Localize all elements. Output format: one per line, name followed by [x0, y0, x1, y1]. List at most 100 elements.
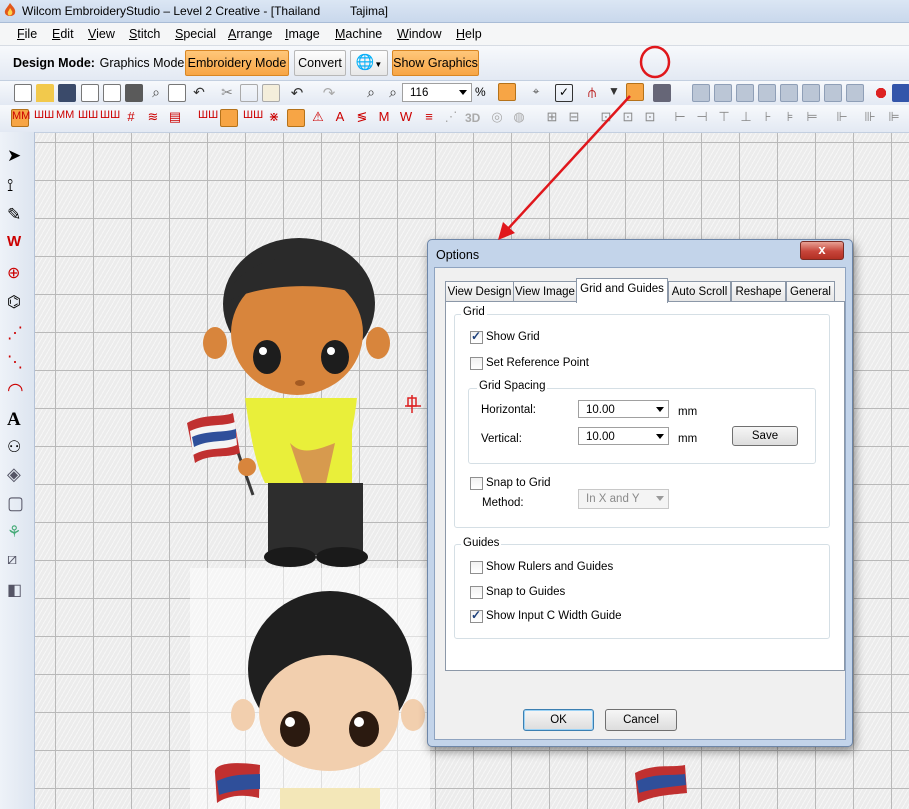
menu-window[interactable]: Window	[397, 27, 441, 41]
tab-reshape[interactable]: Reshape	[731, 281, 786, 302]
stitch-type-6-icon[interactable]: ⚠	[309, 109, 327, 127]
hatch-icon[interactable]: ⧄	[7, 551, 27, 571]
close-button[interactable]: x	[800, 241, 844, 260]
select-arrow-icon[interactable]: ➤	[7, 146, 27, 166]
tab-view-design[interactable]: View Design	[445, 281, 514, 302]
snap-to-guides-checkbox[interactable]	[470, 586, 483, 599]
stitch-type-11-icon[interactable]: ≡	[420, 109, 438, 127]
red-dot-icon[interactable]	[872, 84, 890, 102]
tab-general[interactable]: General	[786, 281, 835, 302]
cut-icon[interactable]: ✂	[218, 84, 236, 102]
align-icon-4[interactable]	[758, 84, 776, 102]
print-icon[interactable]	[125, 84, 143, 102]
stitch-list-icon[interactable]	[103, 84, 121, 102]
vertical-spacing-combo[interactable]: 10.00	[578, 427, 669, 445]
needle-icon[interactable]: ▼	[605, 84, 623, 102]
globe-dropdown-button[interactable]: 🌐▼	[350, 50, 388, 76]
snap-to-grid-checkbox[interactable]	[470, 477, 483, 490]
cross-stitch-icon[interactable]: #	[122, 109, 140, 127]
program-split-icon[interactable]: ШШ	[100, 109, 120, 127]
satin-icon[interactable]: MM	[56, 109, 74, 127]
paste-icon[interactable]	[262, 84, 280, 102]
pointer-options-icon[interactable]: ⌖	[527, 84, 545, 102]
properties-icon[interactable]	[81, 84, 99, 102]
backdrop-icon[interactable]	[653, 84, 671, 102]
arc-icon[interactable]: ◠	[7, 379, 27, 401]
team-names-icon[interactable]: ⚇	[7, 437, 27, 457]
redo-icon[interactable]: ↷	[320, 84, 338, 102]
align-icon-5[interactable]	[780, 84, 798, 102]
approval-icon[interactable]	[168, 84, 186, 102]
stitch-type-13-icon[interactable]: ◎	[488, 109, 506, 127]
stitch-type-4-icon[interactable]: ⋇	[265, 109, 283, 127]
arrange-10-icon[interactable]: ⊦	[759, 109, 777, 127]
stitch-type-5-icon[interactable]	[287, 109, 305, 127]
copy-icon[interactable]	[240, 84, 258, 102]
menu-edit[interactable]: Edit	[52, 27, 74, 41]
menu-arrange[interactable]: Arrange	[228, 27, 272, 41]
show-graphics-button[interactable]: Show Graphics	[392, 50, 479, 76]
save-button[interactable]: Save	[732, 426, 798, 446]
split-icon[interactable]: ◧	[7, 580, 27, 600]
show-rulers-checkbox[interactable]	[470, 561, 483, 574]
align-icon-6[interactable]	[802, 84, 820, 102]
arrange-5-icon[interactable]: ⊡	[641, 109, 659, 127]
align-icon-1[interactable]	[692, 84, 710, 102]
print-preview-icon[interactable]: ⌕	[147, 84, 165, 102]
tab-view-image[interactable]: View Image	[513, 281, 577, 302]
new-file-icon[interactable]	[14, 84, 32, 102]
set-reference-point-checkbox[interactable]	[470, 357, 483, 370]
arrange-8-icon[interactable]: ⊤	[715, 109, 733, 127]
arrange-15-icon[interactable]: ⊫	[885, 109, 903, 127]
align-icon-2[interactable]	[714, 84, 732, 102]
graphics-mode-button[interactable]: Graphics Mode	[98, 50, 186, 76]
stitch-type-1-icon[interactable]: ШШ	[198, 109, 218, 127]
arrange-11-icon[interactable]: ⊧	[781, 109, 799, 127]
align-icon-3[interactable]	[736, 84, 754, 102]
arrange-6-icon[interactable]: ⊢	[671, 109, 689, 127]
blue-square-icon[interactable]	[892, 84, 909, 102]
arrange-2-icon[interactable]: ⊟	[565, 109, 583, 127]
digitize-line-icon[interactable]: ⋱	[7, 352, 27, 372]
show-input-c-checkbox[interactable]	[470, 608, 483, 623]
method-combo[interactable]: In X and Y	[578, 489, 669, 509]
stitch-type-3-icon[interactable]: ШШ	[243, 109, 263, 127]
arrange-4-icon[interactable]: ⊡	[619, 109, 637, 127]
monogram-icon[interactable]: W	[7, 233, 27, 253]
tatami-icon[interactable]: ШШ	[78, 109, 98, 127]
stitch-edit-icon[interactable]: ⊕	[7, 263, 27, 283]
3d-label[interactable]: 3D	[465, 111, 480, 125]
menu-special[interactable]: Special	[175, 27, 216, 41]
arrange-1-icon[interactable]: ⊞	[543, 109, 561, 127]
stitch-type-2-icon[interactable]	[220, 109, 238, 127]
align-icon-7[interactable]	[824, 84, 842, 102]
stitch-type-10-icon[interactable]: W	[397, 109, 415, 127]
reshape-icon[interactable]: ⟟	[7, 176, 27, 196]
stitch-type-8-icon[interactable]: ≶	[353, 109, 371, 127]
horizontal-spacing-combo[interactable]: 10.00	[578, 400, 669, 418]
show-grid-checkbox[interactable]	[470, 329, 483, 344]
embroidery-mode-button[interactable]: Embroidery Mode	[185, 50, 289, 76]
convert-button[interactable]: Convert	[294, 50, 346, 76]
applique-icon[interactable]: ⚘	[7, 522, 27, 542]
frame-icon[interactable]: ▢	[7, 493, 27, 513]
zoom-combo[interactable]: 116	[402, 83, 472, 102]
align-icon-8[interactable]	[846, 84, 864, 102]
show-objects-icon[interactable]	[626, 83, 644, 101]
arrange-12-icon[interactable]: ⊨	[803, 109, 821, 127]
arrange-13-icon[interactable]: ⊩	[833, 109, 851, 127]
stitch-type-14-icon[interactable]: ◍	[510, 109, 528, 127]
tab-auto-scroll[interactable]: Auto Scroll	[668, 281, 731, 302]
fork-icon[interactable]: ⫛	[583, 84, 601, 102]
menu-view[interactable]: View	[88, 27, 115, 41]
arrange-3-icon[interactable]: ⊡	[597, 109, 615, 127]
stitch-type-9-icon[interactable]: M	[375, 109, 393, 127]
zigzag-icon[interactable]: MM	[11, 109, 30, 127]
zoom-box-icon[interactable]: ⌕	[362, 84, 380, 102]
stitch-type-12-icon[interactable]: ⋰	[442, 109, 460, 127]
undo-icon[interactable]: ↶	[288, 84, 306, 102]
tab-grid-and-guides[interactable]: Grid and Guides	[576, 278, 668, 303]
menu-stitch[interactable]: Stitch	[129, 27, 160, 41]
open-folder-icon[interactable]	[36, 84, 54, 102]
undo-history-icon[interactable]: ↶	[190, 84, 208, 102]
